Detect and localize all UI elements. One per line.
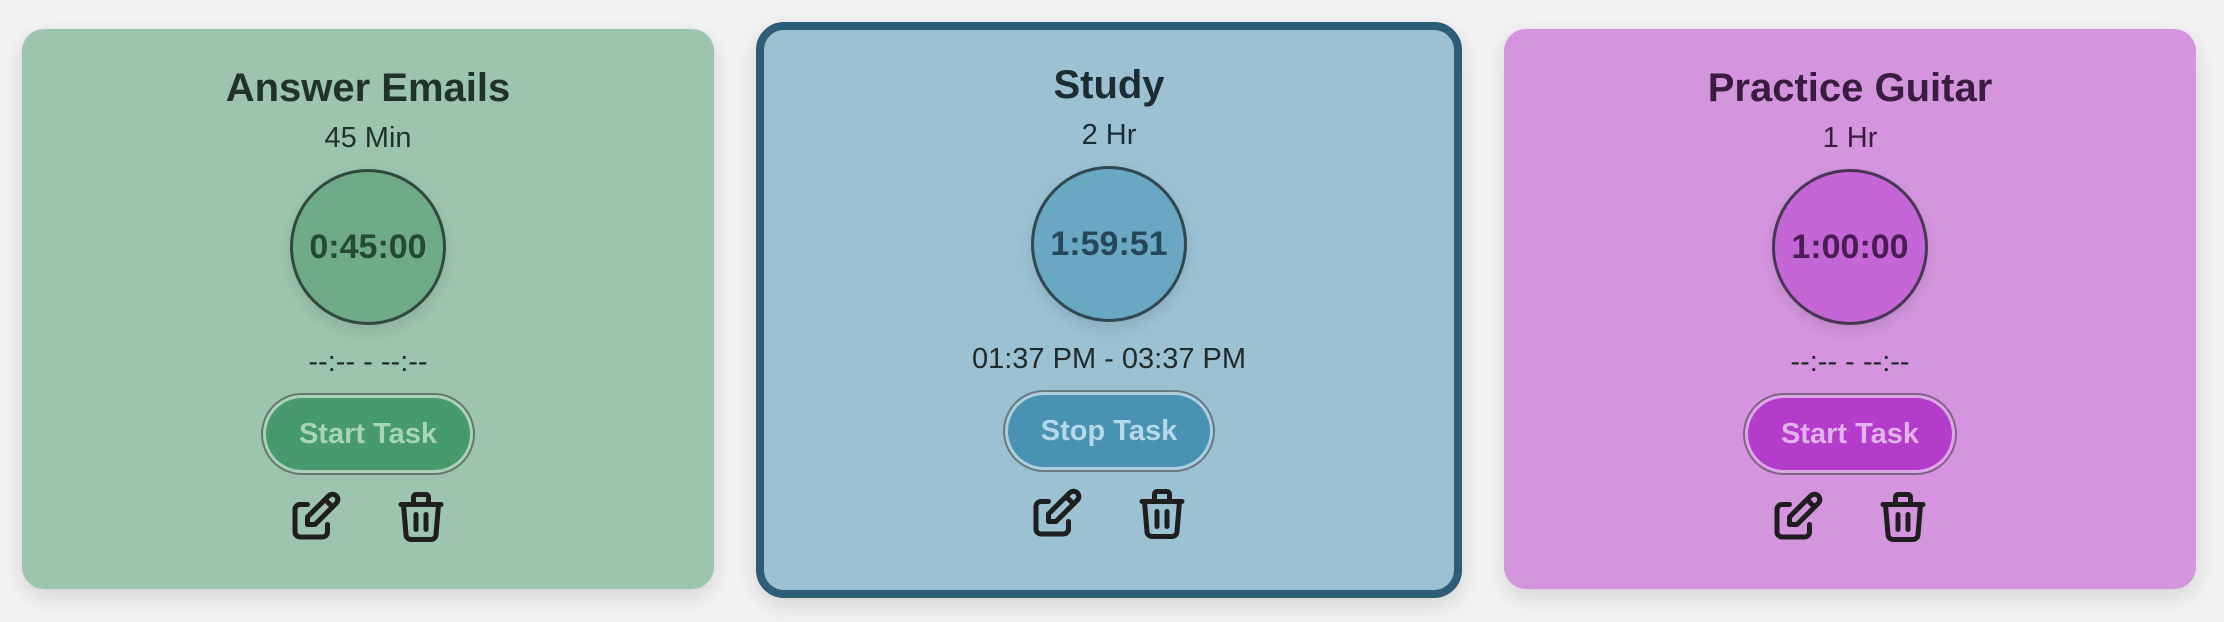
edit-icon[interactable] (1026, 484, 1086, 544)
time-range: --:-- - --:-- (308, 346, 428, 378)
task-title: Study (1053, 63, 1165, 107)
task-duration: 1 Hr (1822, 122, 1878, 154)
trash-icon[interactable] (391, 487, 451, 547)
card-actions (285, 487, 451, 547)
task-title: Answer Emails (225, 66, 511, 110)
task-duration: 2 Hr (1081, 119, 1137, 151)
edit-icon[interactable] (1767, 487, 1827, 547)
task-card-practice-guitar: Practice Guitar 1 Hr 1:00:00 --:-- - --:… (1504, 29, 2196, 589)
task-card-study: Study 2 Hr 1:59:51 01:37 PM - 03:37 PM S… (756, 22, 1462, 598)
trash-icon[interactable] (1873, 487, 1933, 547)
stop-task-button[interactable]: Stop Task (1004, 392, 1214, 470)
task-title: Practice Guitar (1707, 66, 1993, 110)
start-task-button[interactable]: Start Task (262, 395, 474, 473)
card-actions (1026, 484, 1192, 544)
timer-circle: 0:45:00 (290, 169, 446, 325)
edit-icon[interactable] (285, 487, 345, 547)
trash-icon[interactable] (1132, 484, 1192, 544)
card-actions (1767, 487, 1933, 547)
task-duration: 45 Min (324, 122, 412, 154)
task-card-row: Answer Emails 45 Min 0:45:00 --:-- - --:… (0, 0, 2224, 622)
timer-circle: 1:00:00 (1772, 169, 1928, 325)
time-range: 01:37 PM - 03:37 PM (971, 343, 1247, 375)
timer-circle: 1:59:51 (1031, 166, 1187, 322)
task-card-answer-emails: Answer Emails 45 Min 0:45:00 --:-- - --:… (22, 29, 714, 589)
time-range: --:-- - --:-- (1790, 346, 1910, 378)
start-task-button[interactable]: Start Task (1744, 395, 1956, 473)
